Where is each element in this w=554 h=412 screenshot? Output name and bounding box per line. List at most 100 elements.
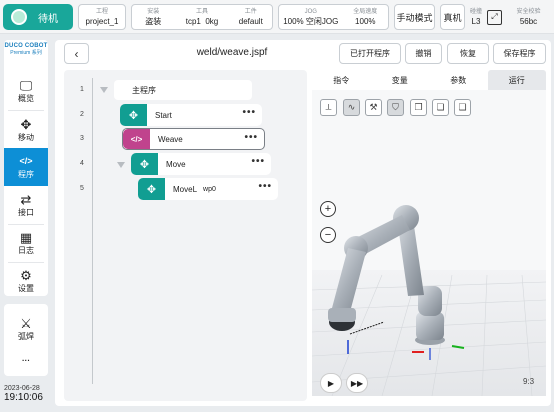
safety-checksum[interactable]: ⤢ 安全校验 56bc [487,4,551,30]
move-cross-icon: ✥ [138,178,165,200]
more-button[interactable]: ··· [4,346,48,374]
opened-programs-button[interactable]: 已打开程序 [339,43,401,64]
safety-label: 安全校验 [516,8,541,15]
move-cross-icon: ✥ [131,153,158,175]
sidebar-item-label: 概览 [18,94,34,103]
cube-front-icon[interactable]: ❒ [410,99,427,116]
real-machine-button[interactable]: 真机 [440,4,465,30]
tcp-icon[interactable]: ⚒ [365,99,382,116]
tree-node-weave[interactable]: </> Weave ••• [122,128,265,150]
node-menu-button[interactable]: ••• [258,181,272,192]
sidebar-item-interface[interactable]: ⇄ 接口 [4,186,48,224]
tree-node-start[interactable]: ✥ Start ••• [120,104,262,126]
install-value: 盗装 [145,16,162,26]
jog-label: JOG [304,8,317,15]
status-label: 待机 [38,13,58,25]
line-number: 2 [80,111,84,118]
node-label: MoveL [173,184,198,194]
calendar-icon: ▦ [19,230,33,245]
jog-speed-panel[interactable]: JOG 100% 空闲JOG 全局速度 100% [278,4,389,30]
sidebar-item-overview[interactable]: 🖵 概览 [4,72,48,110]
global-speed-label: 全局速度 [353,8,378,15]
line-number: 1 [80,86,84,93]
sidebar-item-label: 程序 [18,170,34,179]
play-button[interactable]: ▶ [320,373,342,393]
tool-weight-value: 0kg [205,16,219,26]
line-number: 3 [80,135,84,142]
collision-label: 碰撞 [469,8,482,15]
manual-mode-button[interactable]: 手动模式 [394,4,435,30]
robot-status-indicator[interactable]: 待机 [3,4,73,30]
project-selector[interactable]: 工程 project_1 [78,4,126,30]
status-dot-icon [11,9,27,25]
sidebar-item-move[interactable]: ✥ 移动 [4,111,48,149]
collision-value: L3 [471,16,481,26]
node-label: Start [155,110,172,120]
zoom-out-button[interactable]: − [320,227,336,243]
monitor-icon: 🖵 [19,78,33,93]
tree-node-main-program[interactable]: 主程序 [114,80,252,100]
shield-icon[interactable]: ⛉ [387,99,404,116]
swap-icon: ⇄ [20,192,32,207]
system-clock: 2023-06-28 19:10:06 [4,385,56,403]
node-menu-button[interactable]: ••• [244,132,258,143]
project-label: 工程 [95,8,108,15]
collapse-triangle-icon[interactable] [100,87,108,93]
node-menu-button[interactable]: ••• [251,156,265,167]
fast-forward-button[interactable]: ▶▶ [346,373,368,393]
tab-parameters[interactable]: 参数 [429,70,488,90]
node-menu-button[interactable]: ••• [242,107,256,118]
current-time: 19:10:06 [4,392,43,403]
sidebar-item-label: 接口 [18,208,34,217]
view-iso-icon[interactable]: ⟂ [320,99,337,116]
jog-mode-value: 空闲JOG [305,16,339,26]
workpiece-value: default [238,16,263,26]
viewer-ratio-readout: 9:3 [523,377,535,386]
tool-label: 工具 [195,8,208,15]
collapse-triangle-icon[interactable] [117,162,125,168]
tree-node-move[interactable]: ✥ Move ••• [131,153,271,175]
tab-run[interactable]: 运行 [487,70,546,90]
right-panel-tabs: 指令 变量 参数 运行 [312,70,546,90]
node-label: Move [166,159,186,169]
gear-icon: ⚙ [20,268,32,283]
code-icon: </> [123,129,150,149]
tree-node-movel[interactable]: ✥ MoveL wp0 ••• [138,178,278,200]
workpiece-label: 工件 [244,8,257,15]
tool-tcp-value: tcp1 [185,16,201,26]
move-cross-icon: ✥ [120,104,147,126]
sidebar-item-welding[interactable]: ⚔ 弧焊 [4,310,48,348]
line-number: 5 [80,185,84,192]
sidebar-item-settings[interactable]: ⚙ 设置 [4,262,48,300]
node-label: 主程序 [132,85,156,95]
path-icon[interactable]: ∿ [343,99,360,116]
brand-logo: DUCO COBOT Premium 系列 [4,43,48,56]
zoom-in-button[interactable]: + [320,201,336,217]
tab-variables[interactable]: 变量 [371,70,430,90]
node-label: Weave [158,134,183,144]
tree-connector-line [92,78,93,384]
tab-instructions[interactable]: 指令 [312,70,371,90]
global-speed-value: 100% [355,16,376,26]
save-program-button[interactable]: 保存程序 [493,43,546,64]
undo-button[interactable]: 撤销 [405,43,442,64]
sidebar-item-label: 日志 [18,246,34,255]
program-file-title: weld/weave.jspf [196,47,268,58]
move-icon: ✥ [20,117,32,132]
line-number: 4 [80,160,84,167]
collision-level[interactable]: 碰撞 L3 [467,6,485,28]
back-button[interactable]: ‹ [64,43,89,64]
cube-top-icon[interactable]: ❏ [432,99,449,116]
robot-scene [312,205,546,396]
expand-icon: ⤢ [487,9,502,25]
robot-3d-viewer[interactable] [312,90,546,396]
install-tool-workpiece-panel[interactable]: 安装 盗装 工具 tcp1 0kg 工件 default [131,4,273,30]
sidebar-item-program[interactable]: </> 程序 [4,148,48,186]
cube-side-icon[interactable]: ❑ [454,99,471,116]
chevron-left-icon: ‹ [74,46,79,61]
redo-button[interactable]: 恢复 [447,43,489,64]
project-value: project_1 [85,16,119,26]
sidebar-item-label: 设置 [18,284,34,293]
install-label: 安装 [147,8,160,15]
sidebar-item-log[interactable]: ▦ 日志 [4,224,48,262]
